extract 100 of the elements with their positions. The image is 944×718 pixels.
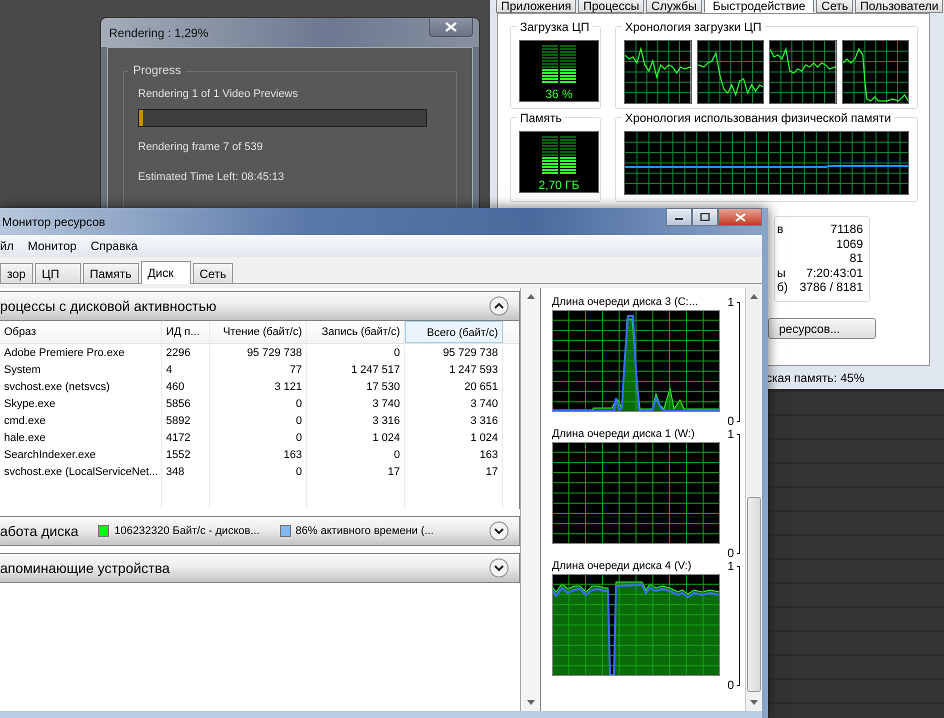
scale-min-label: 0 — [726, 677, 734, 690]
graph-title: Длина очереди диска 3 (C:... — [552, 296, 699, 310]
cpu-usage-line — [769, 46, 836, 74]
table-cell: cmd.exe — [0, 413, 162, 430]
table-cell: 17 — [307, 464, 405, 481]
table-cell: 0 — [210, 396, 307, 413]
table-cell: 0 — [210, 464, 307, 481]
stat-value: 3786 / 8181 — [800, 280, 863, 294]
table-cell: 3 316 — [405, 413, 503, 430]
column-header[interactable]: Образ — [0, 321, 162, 343]
table-cell: 4172 — [162, 430, 210, 447]
scale-min-label: 0 — [726, 413, 734, 426]
panel-label: Хронология загрузки ЦП — [622, 21, 764, 34]
window-title: Rendering : 1,29% — [109, 26, 208, 40]
panel-label: Хронология использования физической памяти — [622, 112, 894, 125]
tab[interactable]: Процессы — [578, 0, 644, 13]
tab[interactable]: Память — [82, 263, 139, 283]
stat-label: б) — [777, 280, 788, 294]
section-header[interactable]: апоминающие устройства — [0, 553, 520, 583]
stat-value: 1069 — [836, 236, 863, 251]
table-cell: Adobe Premiere Pro.exe — [0, 345, 162, 362]
scale-max-label: 1 — [726, 428, 734, 442]
column-header[interactable]: ИД п... — [162, 321, 210, 343]
stat-value: 71186 — [830, 222, 863, 236]
memory-reading: 2,70 ГБ — [538, 178, 580, 192]
table-cell: 163 — [405, 447, 503, 464]
tab[interactable]: Быстродействие — [704, 0, 814, 13]
menu-item[interactable]: Монитор — [28, 239, 77, 253]
frame-text: Rendering frame 7 of 539 — [138, 141, 264, 155]
tab[interactable]: Приложения — [496, 0, 576, 13]
table-cell: 1552 — [162, 447, 210, 464]
table-cell: 4 — [162, 362, 210, 379]
stat-value: 7:20:43:01 — [806, 266, 863, 280]
graph-title: Длина очереди диска 4 (V:) — [552, 560, 692, 574]
table-cell: 163 — [210, 447, 307, 464]
tab[interactable]: Сеть — [192, 263, 234, 283]
graph-title: Длина очереди диска 1 (W:) — [552, 428, 696, 442]
close-button[interactable] — [718, 208, 762, 226]
menu-item[interactable]: Справка — [90, 239, 138, 253]
close-icon — [445, 22, 457, 32]
tab[interactable]: ЦП — [34, 263, 81, 283]
table-cell: 0 — [210, 413, 307, 430]
scale-max-label: 1 — [726, 560, 734, 574]
close-button[interactable] — [429, 18, 473, 37]
table-cell: 0 — [210, 430, 307, 447]
section-header[interactable]: абота диска 106232320 Байт/с - дисков... 86% активного времени (... — [0, 516, 520, 546]
tab[interactable]: Сеть — [816, 0, 854, 13]
table-cell: 5892 — [162, 413, 210, 430]
tab[interactable]: зор — [0, 263, 33, 283]
section-title: роцессы с дисковой активностью — [0, 298, 216, 314]
minimize-button[interactable] — [666, 208, 692, 226]
table-cell: 1 247 593 — [405, 362, 503, 379]
resource-monitor-button[interactable]: ресурсов... — [768, 318, 876, 339]
table-cell: 20 651 — [405, 379, 503, 396]
stat-value: 81 — [850, 251, 863, 266]
table-cell: 3 740 — [405, 396, 503, 413]
menu-item[interactable]: йл — [0, 239, 14, 253]
maximize-icon — [700, 213, 710, 221]
table-cell: 0 — [307, 345, 405, 362]
scrollbar[interactable] — [521, 288, 541, 711]
table-cell: 1 024 — [405, 430, 503, 447]
cpu-usage-line — [624, 46, 691, 80]
table-cell: hale.exe — [0, 430, 162, 447]
panel-label: Загрузка ЦП — [517, 21, 592, 34]
section-title: апоминающие устройства — [0, 560, 170, 576]
cpu-usage-line — [697, 51, 764, 97]
time-left-text: Estimated Time Left: 08:45:13 — [138, 171, 286, 185]
group-label: Progress — [128, 63, 186, 77]
table-cell: 1 024 — [307, 430, 405, 447]
table-cell: 5856 — [162, 396, 210, 413]
column-header[interactable]: Чтение (байт/с) — [210, 321, 307, 343]
scale-min-label: 0 — [726, 545, 734, 558]
scrollbar[interactable] — [745, 288, 762, 711]
window-title: Монитор ресурсов — [1, 214, 106, 228]
legend-text: 86% активного времени (... — [296, 525, 434, 537]
maximize-button[interactable] — [692, 208, 718, 226]
scroll-down-icon — [750, 700, 758, 705]
table-cell: 0 — [307, 447, 405, 464]
table-cell: 348 — [162, 464, 210, 481]
table-cell: 95 729 738 — [405, 345, 503, 362]
tab[interactable]: Службы — [646, 0, 702, 13]
scroll-down-icon — [526, 700, 534, 705]
tab[interactable]: Диск — [140, 261, 191, 284]
status-text: Rendering 1 of 1 Video Previews — [138, 88, 300, 102]
section-header[interactable]: роцессы с дисковой активностью — [0, 291, 520, 321]
table-cell: Skype.exe — [0, 396, 162, 413]
table-cell: svchost.exe (LocalServiceNet... — [0, 464, 162, 481]
table-cell: 3 316 — [307, 413, 405, 430]
panel-label: Память — [517, 112, 565, 125]
table-cell: 460 — [162, 379, 210, 396]
tab[interactable]: Пользователи — [855, 0, 944, 13]
table-cell: 17 — [405, 464, 503, 481]
cpu-usage-line — [842, 48, 908, 102]
section-title: абота диска — [0, 523, 78, 539]
scroll-thumb[interactable] — [747, 497, 761, 692]
table-cell: SearchIndexer.exe — [0, 447, 162, 464]
table-cell: 1 247 517 — [307, 362, 405, 379]
column-header[interactable]: Всего (байт/с) — [405, 321, 503, 343]
stat-label: в — [777, 222, 784, 236]
close-icon — [734, 212, 746, 222]
